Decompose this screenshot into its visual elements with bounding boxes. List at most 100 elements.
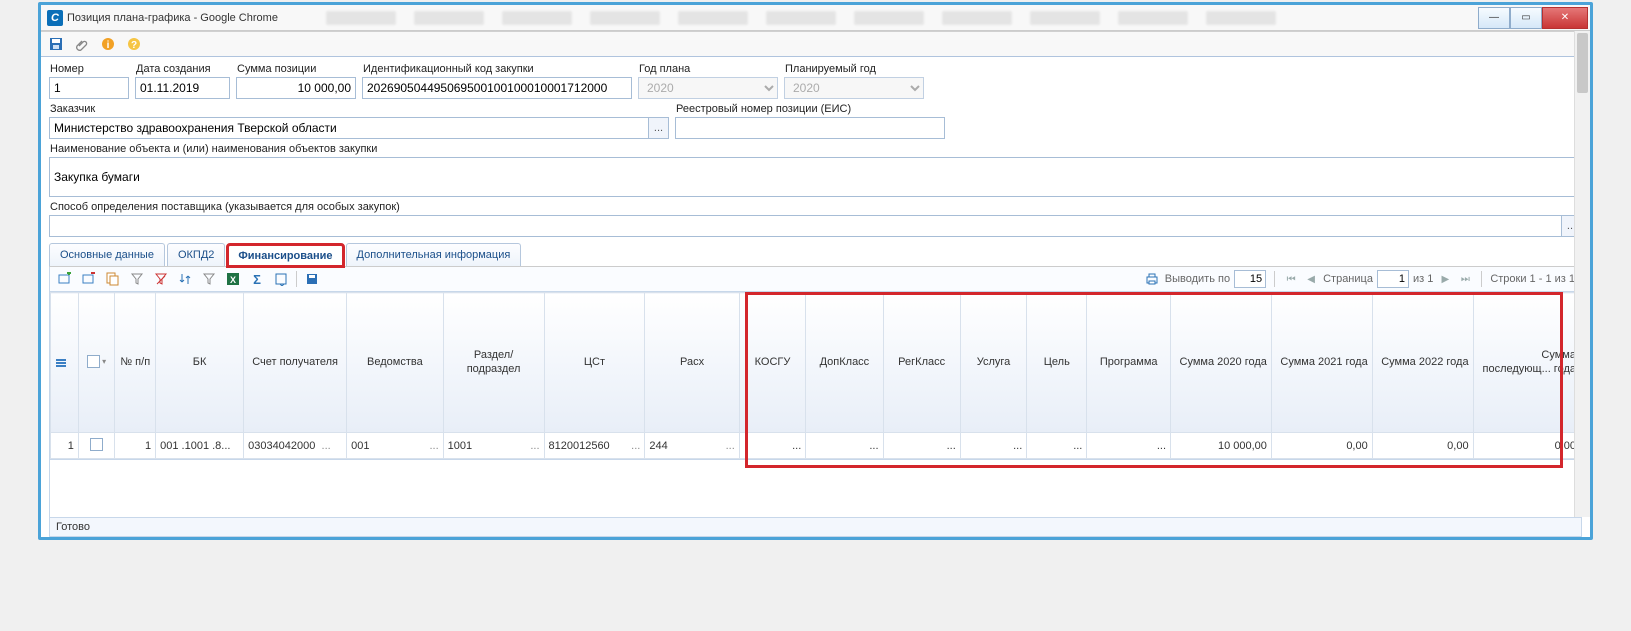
excel-icon[interactable]: X — [224, 270, 242, 288]
filter2-icon[interactable] — [200, 270, 218, 288]
tab-finance[interactable]: Финансирование — [227, 244, 343, 267]
lookup-customer-button[interactable]: ... — [649, 117, 669, 139]
help-icon[interactable]: ? — [125, 35, 143, 53]
col-programma[interactable]: Программа — [1087, 293, 1171, 433]
cell-regklass[interactable]: ... — [883, 433, 960, 459]
cell-bk[interactable]: 001 .1001 .8... — [156, 433, 244, 459]
pager-rows-label: Строки 1 - 1 из 1 — [1490, 273, 1575, 285]
col-dopklass[interactable]: ДопКласс — [806, 293, 883, 433]
status-bar: Готово — [49, 518, 1582, 537]
save-icon[interactable] — [47, 35, 65, 53]
print-icon[interactable] — [1143, 270, 1161, 288]
col-bk[interactable]: БК — [156, 293, 244, 433]
save-grid-icon[interactable] — [303, 270, 321, 288]
col-npp[interactable]: № п/п — [115, 293, 156, 433]
select-plan-year[interactable]: 2020 — [638, 77, 778, 99]
col-s2020[interactable]: Сумма 2020 года — [1171, 293, 1272, 433]
filter-icon[interactable] — [128, 270, 146, 288]
tab-main[interactable]: Основные данные — [49, 243, 165, 266]
sort-icon[interactable] — [176, 270, 194, 288]
cell-acct[interactable]: 03034042000 ... — [244, 433, 347, 459]
cell-razdel[interactable]: 1001... — [443, 433, 544, 459]
table-row[interactable]: 1 1 001 .1001 .8... 03034042000 ... 001.… — [51, 433, 1581, 459]
col-razdel[interactable]: Раздел/ подраздел — [443, 293, 544, 433]
cell-cel[interactable]: ... — [1027, 433, 1087, 459]
pager: Выводить по ⏮ ◀ Страница из 1 ▶ ⏭ Строки… — [1143, 270, 1575, 288]
col-usluga[interactable]: Услуга — [960, 293, 1027, 433]
col-regklass[interactable]: РегКласс — [883, 293, 960, 433]
tab-okpd2[interactable]: ОКПД2 — [167, 243, 225, 266]
cell-snext: 0,00 — [1473, 433, 1580, 459]
cell-dopklass[interactable]: ... — [806, 433, 883, 459]
label-customer: Заказчик — [49, 101, 669, 117]
grid: ▾ № п/п БК Счет получателя Ведомства Раз… — [49, 292, 1582, 460]
input-sum[interactable] — [236, 77, 356, 99]
vertical-scrollbar[interactable] — [1574, 31, 1590, 517]
input-registry-no[interactable] — [675, 117, 945, 139]
add-row-icon[interactable] — [56, 270, 74, 288]
settings-icon[interactable] — [272, 270, 290, 288]
label-planned-year: Планируемый год — [784, 61, 924, 77]
remove-row-icon[interactable] — [80, 270, 98, 288]
col-kosgu[interactable]: КОСГУ — [739, 293, 806, 433]
cell-rasx[interactable]: 244... — [645, 433, 739, 459]
label-supplier-method: Способ определения поставщика (указывает… — [49, 199, 1582, 215]
tab-strip: Основные данные ОКПД2 Финансирование Доп… — [49, 243, 1582, 267]
minimize-button[interactable]: — — [1478, 7, 1510, 29]
col-ved[interactable]: Ведомства — [347, 293, 444, 433]
col-s2021[interactable]: Сумма 2021 года — [1271, 293, 1372, 433]
label-plan-year: Год плана — [638, 61, 778, 77]
window-title: Позиция плана-графика - Google Chrome — [67, 12, 286, 24]
sigma-icon[interactable]: Σ — [248, 270, 266, 288]
close-button[interactable]: ✕ — [1542, 7, 1588, 29]
col-s2022[interactable]: Сумма 2022 года — [1372, 293, 1473, 433]
pager-show-input[interactable] — [1234, 270, 1266, 288]
tab-extra[interactable]: Дополнительная информация — [346, 243, 522, 266]
select-planned-year[interactable]: 2020 — [784, 77, 924, 99]
attachment-icon[interactable] — [73, 35, 91, 53]
pager-show-label: Выводить по — [1165, 273, 1230, 285]
cell-s2021: 0,00 — [1271, 433, 1372, 459]
background-tabs — [286, 8, 1478, 28]
cell-programma[interactable]: ... — [1087, 433, 1171, 459]
pager-last-icon[interactable]: ⏭ — [1457, 271, 1473, 287]
grid-toolbar: X Σ Выводить по ⏮ ◀ Страница из 1 ▶ ⏭ Ст… — [49, 267, 1582, 292]
pager-page-input[interactable] — [1377, 270, 1409, 288]
cell-npp: 1 — [115, 433, 156, 459]
col-acct[interactable]: Счет получателя — [244, 293, 347, 433]
svg-text:Σ: Σ — [253, 272, 261, 286]
pager-first-icon[interactable]: ⏮ — [1283, 271, 1299, 287]
col-cel[interactable]: Цель — [1027, 293, 1087, 433]
pager-of-label: из 1 — [1413, 273, 1433, 285]
col-gear[interactable] — [51, 293, 79, 433]
col-snext[interactable]: Сумма последующ... года — [1473, 293, 1580, 433]
cell-s2020: 10 000,00 — [1171, 433, 1272, 459]
pager-prev-icon[interactable]: ◀ — [1303, 271, 1319, 287]
cell-usluga[interactable]: ... — [960, 433, 1027, 459]
info-icon[interactable]: i — [99, 35, 117, 53]
input-object-name[interactable] — [49, 157, 1582, 197]
label-registry-no: Реестровый номер позиции (ЕИС) — [675, 101, 945, 117]
input-ikz[interactable] — [362, 77, 632, 99]
app-icon: C — [47, 10, 63, 26]
filter-clear-icon[interactable] — [152, 270, 170, 288]
label-create-date: Дата создания — [135, 61, 230, 77]
cell-ved[interactable]: 001... — [347, 433, 444, 459]
col-check[interactable]: ▾ — [78, 293, 114, 433]
col-rasx[interactable]: Расх — [645, 293, 739, 433]
input-create-date[interactable] — [135, 77, 230, 99]
label-object-name: Наименование объекта и (или) наименовани… — [49, 141, 1582, 157]
copy-row-icon[interactable] — [104, 270, 122, 288]
cell-kosgu[interactable]: ... — [739, 433, 806, 459]
app-toolbar: i ? — [41, 31, 1590, 57]
label-sum: Сумма позиции — [236, 61, 356, 77]
cell-cst[interactable]: 8120012560... — [544, 433, 645, 459]
input-supplier-method[interactable] — [49, 215, 1562, 237]
input-number[interactable] — [49, 77, 129, 99]
input-customer[interactable] — [49, 117, 649, 139]
maximize-button[interactable]: ▭ — [1510, 7, 1542, 29]
pager-next-icon[interactable]: ▶ — [1437, 271, 1453, 287]
cell-check[interactable] — [78, 433, 114, 459]
svg-text:?: ? — [131, 40, 137, 51]
col-cst[interactable]: ЦСт — [544, 293, 645, 433]
